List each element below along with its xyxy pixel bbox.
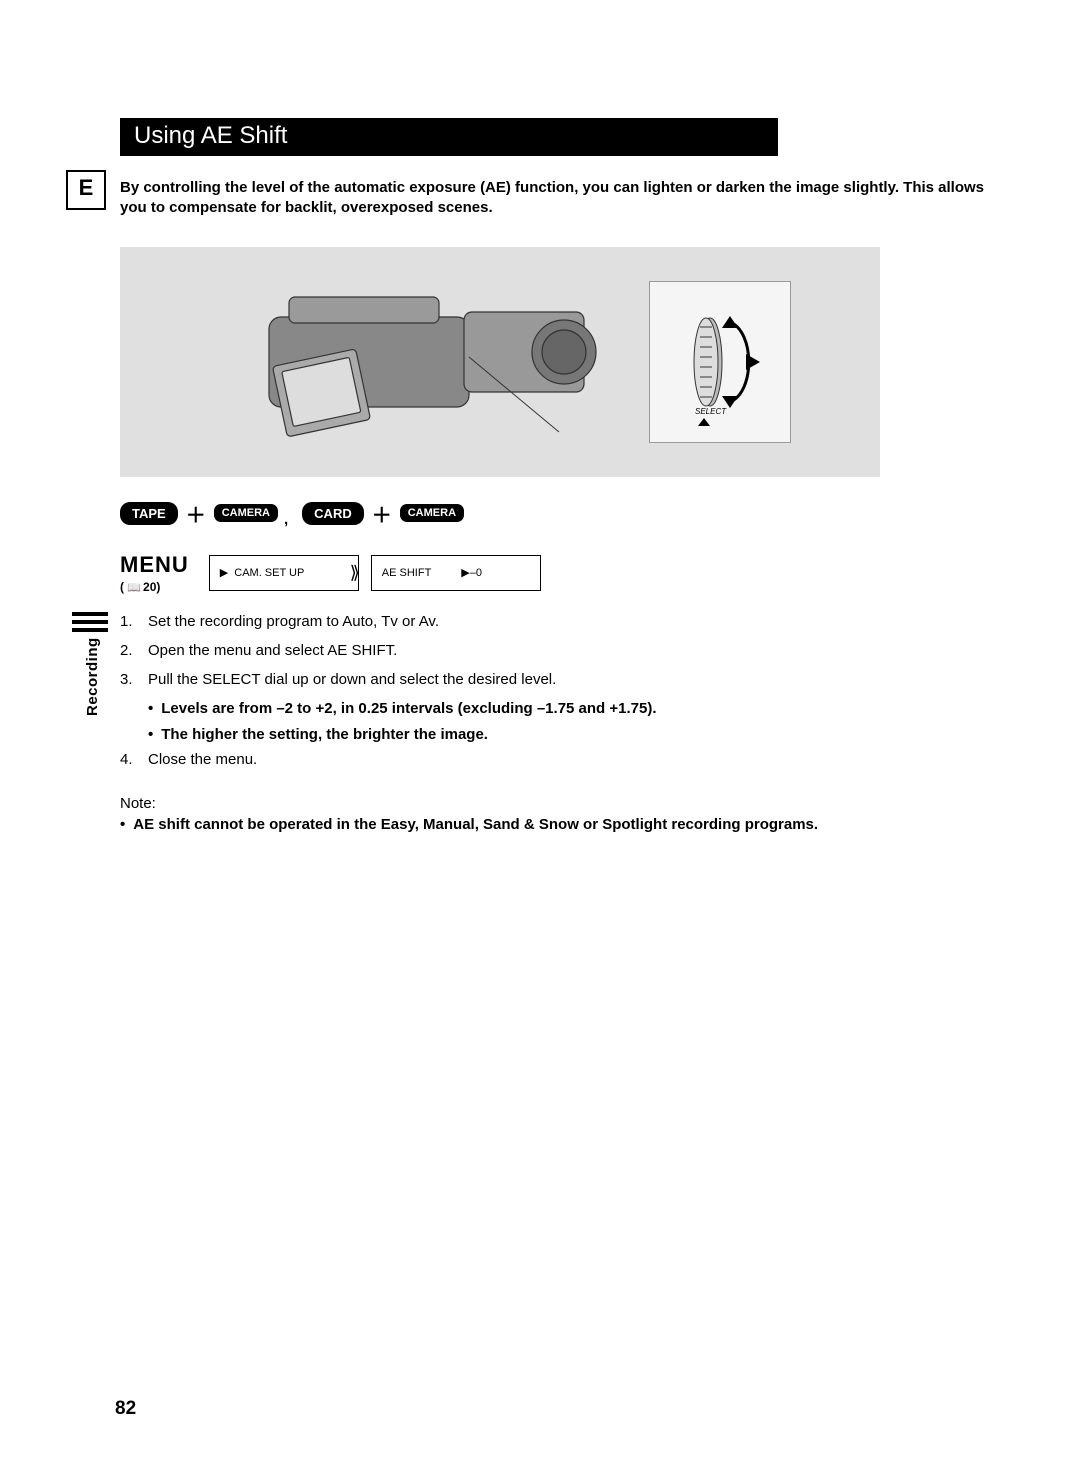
step-3-text: Pull the SELECT dial up or down and sele… bbox=[148, 668, 556, 691]
menu-box-2-value: –0 bbox=[470, 567, 482, 579]
plus-icon: ＋ bbox=[186, 499, 206, 528]
section-title: Using AE Shift bbox=[120, 118, 778, 156]
menu-path: ▶ CAM. SET UP ⟫ AE SHIFT ▶–0 bbox=[209, 555, 541, 591]
intro-paragraph: By controlling the level of the automati… bbox=[120, 178, 1000, 219]
triangle-icon: ▶ bbox=[461, 567, 469, 579]
note-label: Note: bbox=[120, 795, 1000, 812]
menu-ref: ( 20) bbox=[120, 580, 189, 594]
submenu-arrow-icon: ⟫ bbox=[350, 562, 360, 583]
badge-camera-1: CAMERA bbox=[214, 504, 278, 522]
step-1: 1.Set the recording program to Auto, Tv … bbox=[120, 610, 1000, 633]
step-3: 3.Pull the SELECT dial up or down and se… bbox=[120, 668, 1000, 691]
menu-box-1: ▶ CAM. SET UP ⟫ bbox=[209, 555, 359, 591]
menu-box-2-text: AE SHIFT bbox=[382, 567, 432, 579]
steps-list: 1.Set the recording program to Auto, Tv … bbox=[120, 610, 1000, 772]
step-4-text: Close the menu. bbox=[148, 748, 257, 771]
mode-separator: , bbox=[284, 511, 288, 528]
step-4: 4.Close the menu. bbox=[120, 748, 1000, 771]
language-badge: E bbox=[66, 170, 106, 210]
badge-camera-2: CAMERA bbox=[400, 504, 464, 522]
manual-page: E Recording Using AE Shift By controllin… bbox=[0, 0, 1080, 1472]
step-3-bullet-2: The higher the setting, the brighter the… bbox=[161, 723, 488, 746]
select-dial-detail: SELECT bbox=[649, 281, 791, 443]
section-title-text: Using AE Shift bbox=[134, 122, 287, 149]
note-body: •AE shift cannot be operated in the Easy… bbox=[120, 816, 1000, 833]
left-column: E bbox=[60, 170, 110, 210]
menu-row: MENU ( 20) ▶ CAM. SET UP ⟫ AE SHIFT ▶–0 bbox=[120, 552, 1000, 594]
badge-tape: TAPE bbox=[120, 502, 178, 525]
step-2-text: Open the menu and select AE SHIFT. bbox=[148, 639, 397, 662]
camcorder-illustration bbox=[209, 262, 629, 462]
plus-icon: ＋ bbox=[372, 499, 392, 528]
page-number: 82 bbox=[115, 1398, 136, 1420]
menu-box-1-text: CAM. SET UP bbox=[234, 567, 304, 579]
side-section-label: Recording bbox=[84, 637, 101, 716]
step-2: 2.Open the menu and select AE SHIFT. bbox=[120, 639, 1000, 662]
figure-illustration: SELECT bbox=[120, 247, 880, 477]
menu-ref-number: 20 bbox=[143, 580, 156, 594]
menu-label: MENU bbox=[120, 552, 189, 578]
select-dial-label: SELECT bbox=[695, 407, 727, 416]
step-3-bullets: •Levels are from –2 to +2, in 0.25 inter… bbox=[148, 697, 1000, 746]
menu-label-block: MENU ( 20) bbox=[120, 552, 189, 594]
step-1-text: Set the recording program to Auto, Tv or… bbox=[148, 610, 439, 633]
side-marker bbox=[72, 612, 108, 636]
mode-row: TAPE ＋ CAMERA , CARD ＋ CAMERA bbox=[120, 499, 1000, 528]
menu-box-2: AE SHIFT ▶–0 bbox=[371, 555, 541, 591]
note-bullet-text: AE shift cannot be operated in the Easy,… bbox=[133, 816, 818, 833]
step-3-bullet-1: Levels are from –2 to +2, in 0.25 interv… bbox=[161, 697, 656, 720]
note-block: Note: •AE shift cannot be operated in th… bbox=[120, 795, 1000, 833]
book-icon bbox=[127, 580, 143, 594]
triangle-icon: ▶ bbox=[220, 566, 228, 579]
main-content: Using AE Shift By controlling the level … bbox=[120, 118, 1000, 833]
side-bars bbox=[72, 612, 108, 632]
badge-card: CARD bbox=[302, 502, 364, 525]
